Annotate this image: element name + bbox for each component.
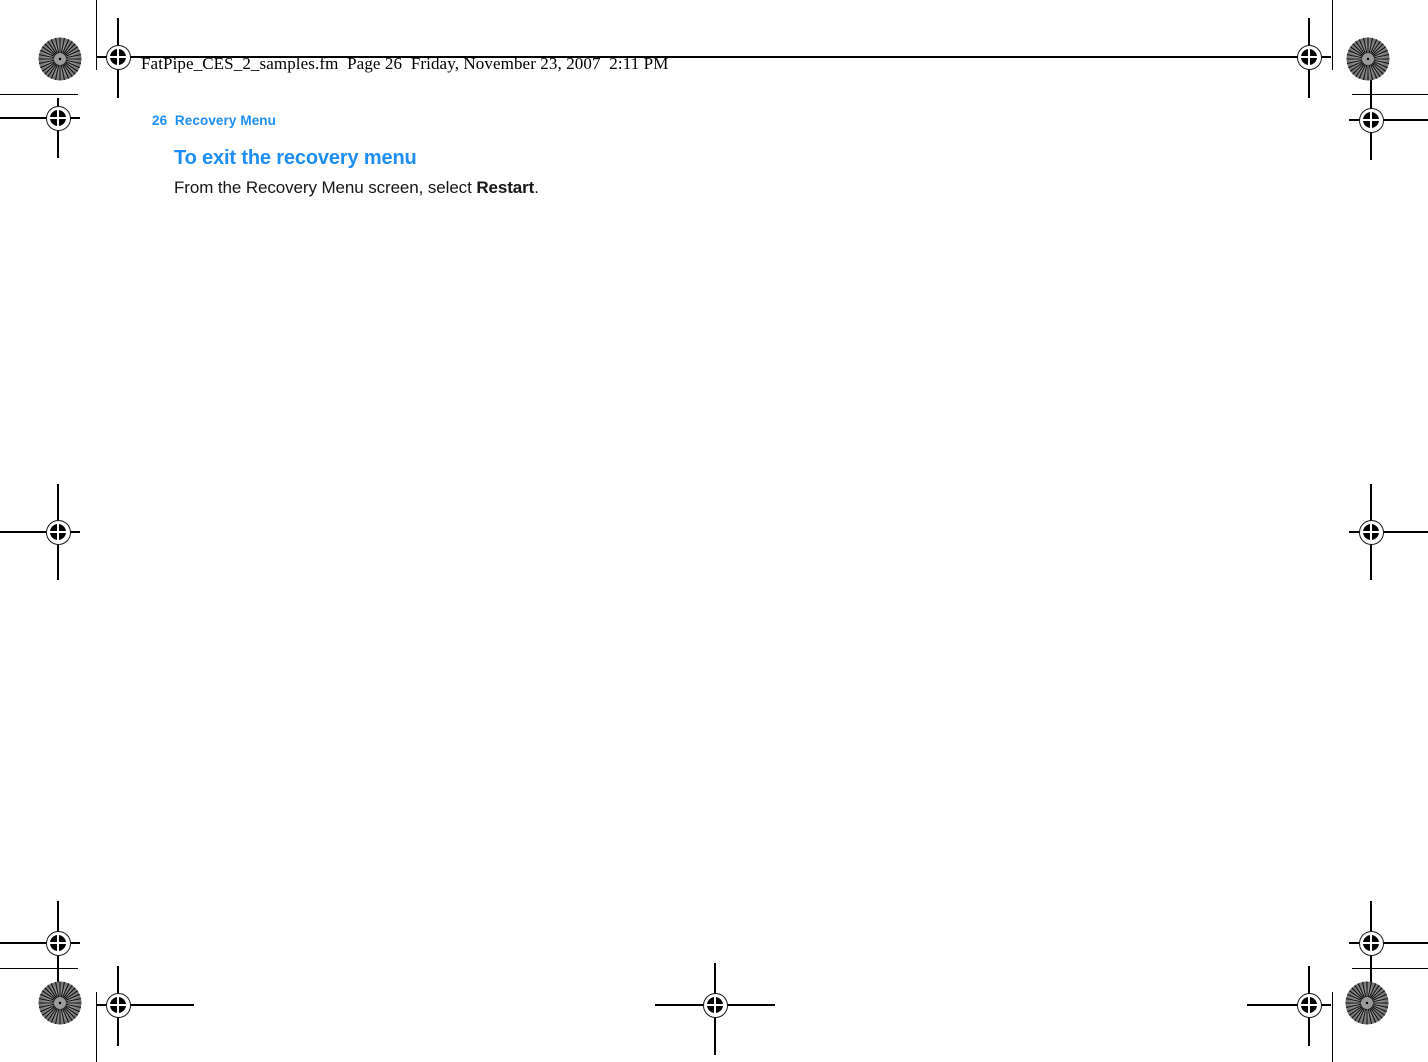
registration-notch-vertical	[1308, 996, 1310, 1014]
trim-crop-line-top-left	[0, 94, 78, 95]
registration-notch-vertical	[1308, 48, 1310, 66]
registration-notch-vertical	[1370, 523, 1372, 541]
paragraph-emphasis-restart: Restart	[476, 178, 535, 197]
trim-crop-line-left-top	[96, 0, 97, 70]
trim-crop-line-right-top	[1332, 0, 1333, 70]
registration-notch-vertical	[57, 523, 59, 541]
framemaker-file-banner: FatPipe_CES_2_samples.fm Page 26 Friday,…	[141, 54, 669, 73]
registration-notch-vertical	[1370, 111, 1372, 129]
paragraph-text-suffix: .	[534, 178, 539, 197]
color-rosette-target-bottom-left	[38, 981, 82, 1025]
trim-crop-line-bottom-left	[0, 968, 78, 969]
page-title: To exit the recovery menu	[174, 147, 417, 169]
trim-crop-line-top-right	[1352, 94, 1428, 95]
paragraph-text-prefix: From the Recovery Menu screen, select	[174, 178, 477, 197]
trim-crop-line-bottom-right	[1352, 968, 1428, 969]
registration-notch-vertical	[57, 934, 59, 952]
trim-crop-line-left-bottom	[96, 992, 97, 1062]
trim-crop-line-right-bottom	[1332, 992, 1333, 1062]
registration-notch-vertical	[117, 996, 119, 1014]
registration-notch-vertical	[1370, 934, 1372, 952]
body-paragraph: From the Recovery Menu screen, select Re…	[174, 178, 539, 198]
registration-notch-vertical	[117, 48, 119, 66]
document-page: FatPipe_CES_2_samples.fm Page 26 Friday,…	[0, 0, 1428, 1062]
running-head: 26 Recovery Menu	[152, 113, 277, 128]
registration-notch-vertical	[714, 996, 716, 1014]
registration-notch-vertical	[57, 109, 59, 127]
color-rosette-target-top-right	[1346, 37, 1390, 81]
color-rosette-target-top-left	[38, 37, 82, 81]
color-rosette-target-bottom-right	[1345, 981, 1389, 1025]
